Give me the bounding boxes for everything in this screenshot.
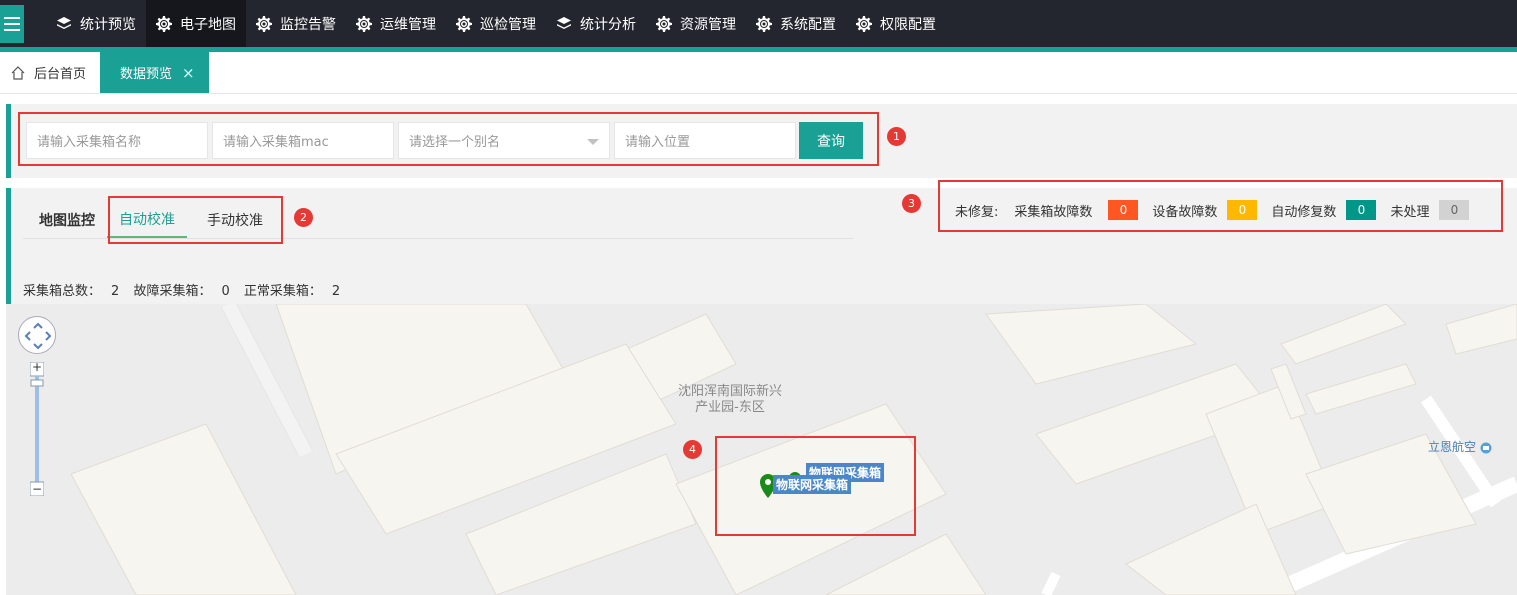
nav-item-label: 监控告警 (280, 16, 336, 33)
menu-toggle-button[interactable] (0, 4, 24, 43)
annotation-badge-2: 2 (294, 208, 313, 227)
map-pan-control[interactable] (18, 316, 56, 354)
zoom-out-button[interactable]: − (30, 482, 44, 496)
gear-icon (656, 15, 672, 32)
home-icon (11, 65, 25, 80)
annotation-badge-4: 4 (683, 440, 702, 459)
annotation-box-1 (18, 112, 879, 166)
nav-item-label: 运维管理 (380, 16, 436, 33)
box-stats: 采集箱总数： 2 故障采集箱： 0 正常采集箱： 2 (23, 280, 350, 299)
area-label-line2: 产业园-东区 (695, 400, 765, 415)
tab-map-monitor[interactable]: 地图监控 (39, 202, 107, 238)
nav-item-label: 统计分析 (580, 16, 636, 33)
page-tab-bar: 后台首页 数据预览 × (0, 52, 1517, 94)
gear-icon (156, 15, 172, 32)
area-label: 沈阳浑南国际新兴 产业园-东区 (678, 384, 782, 416)
nav-item-stats-preview[interactable]: 统计预览 (46, 0, 146, 47)
normal-label: 正常采集箱： (243, 284, 322, 299)
gear-icon (356, 15, 372, 32)
zoom-in-button[interactable]: + (30, 360, 44, 374)
tab-data-preview[interactable]: 数据预览 × (100, 52, 209, 93)
nav-item-label: 系统配置 (780, 16, 836, 33)
gear-icon (456, 15, 472, 32)
nav-item-label: 统计预览 (80, 16, 136, 33)
gear-icon (256, 15, 272, 32)
nav-item-label: 巡检管理 (480, 16, 536, 33)
annotation-box-4 (715, 436, 916, 536)
annotation-box-3 (938, 180, 1503, 232)
hamburger-icon (4, 16, 20, 31)
poi-label-text: 立恩航空 (1428, 440, 1477, 454)
gear-icon (756, 15, 772, 32)
total-label: 采集箱总数： (23, 284, 102, 299)
annotation-badge-3: 3 (902, 194, 921, 213)
normal-count: 2 (331, 284, 341, 299)
nav-item-resource-management[interactable]: 资源管理 (646, 0, 746, 47)
pan-arrows-icon (24, 322, 52, 350)
annotation-box-2 (108, 196, 283, 244)
nav-item-permission-config[interactable]: 权限配置 (846, 0, 946, 47)
nav-item-system-config[interactable]: 系统配置 (746, 0, 846, 47)
nav-item-electronic-map[interactable]: 电子地图 (146, 0, 246, 47)
area-label-line1: 沈阳浑南国际新兴 (678, 384, 783, 399)
nav-item-label: 资源管理 (680, 16, 736, 33)
poi-label[interactable]: 立恩航空 (1428, 438, 1492, 455)
poi-marker-icon (1480, 442, 1492, 453)
fault-count: 0 (221, 284, 230, 299)
close-icon[interactable]: × (182, 64, 195, 82)
nav-item-label: 电子地图 (180, 16, 236, 33)
layers-icon (557, 16, 571, 29)
tab-home[interactable]: 后台首页 (0, 52, 100, 93)
nav-item-inspection-management[interactable]: 巡检管理 (446, 0, 546, 47)
nav-item-ops-management[interactable]: 运维管理 (346, 0, 446, 47)
layers-icon (57, 16, 71, 29)
gear-icon (856, 15, 872, 32)
nav-item-label: 权限配置 (880, 16, 936, 33)
top-nav: 统计预览 电子地图 监控告警 运维管理 巡检管理 统计分析 资源管理 系统配置 … (0, 0, 1517, 47)
nav-item-monitor-alarm[interactable]: 监控告警 (246, 0, 346, 47)
total-count: 2 (111, 284, 120, 299)
zoom-slider[interactable] (30, 362, 44, 496)
fault-label: 故障采集箱： (133, 284, 212, 299)
tab-home-label: 后台首页 (34, 67, 87, 82)
tab-data-preview-label: 数据预览 (120, 67, 173, 82)
nav-item-statistical-analysis[interactable]: 统计分析 (546, 0, 646, 47)
annotation-badge-1: 1 (887, 127, 906, 146)
